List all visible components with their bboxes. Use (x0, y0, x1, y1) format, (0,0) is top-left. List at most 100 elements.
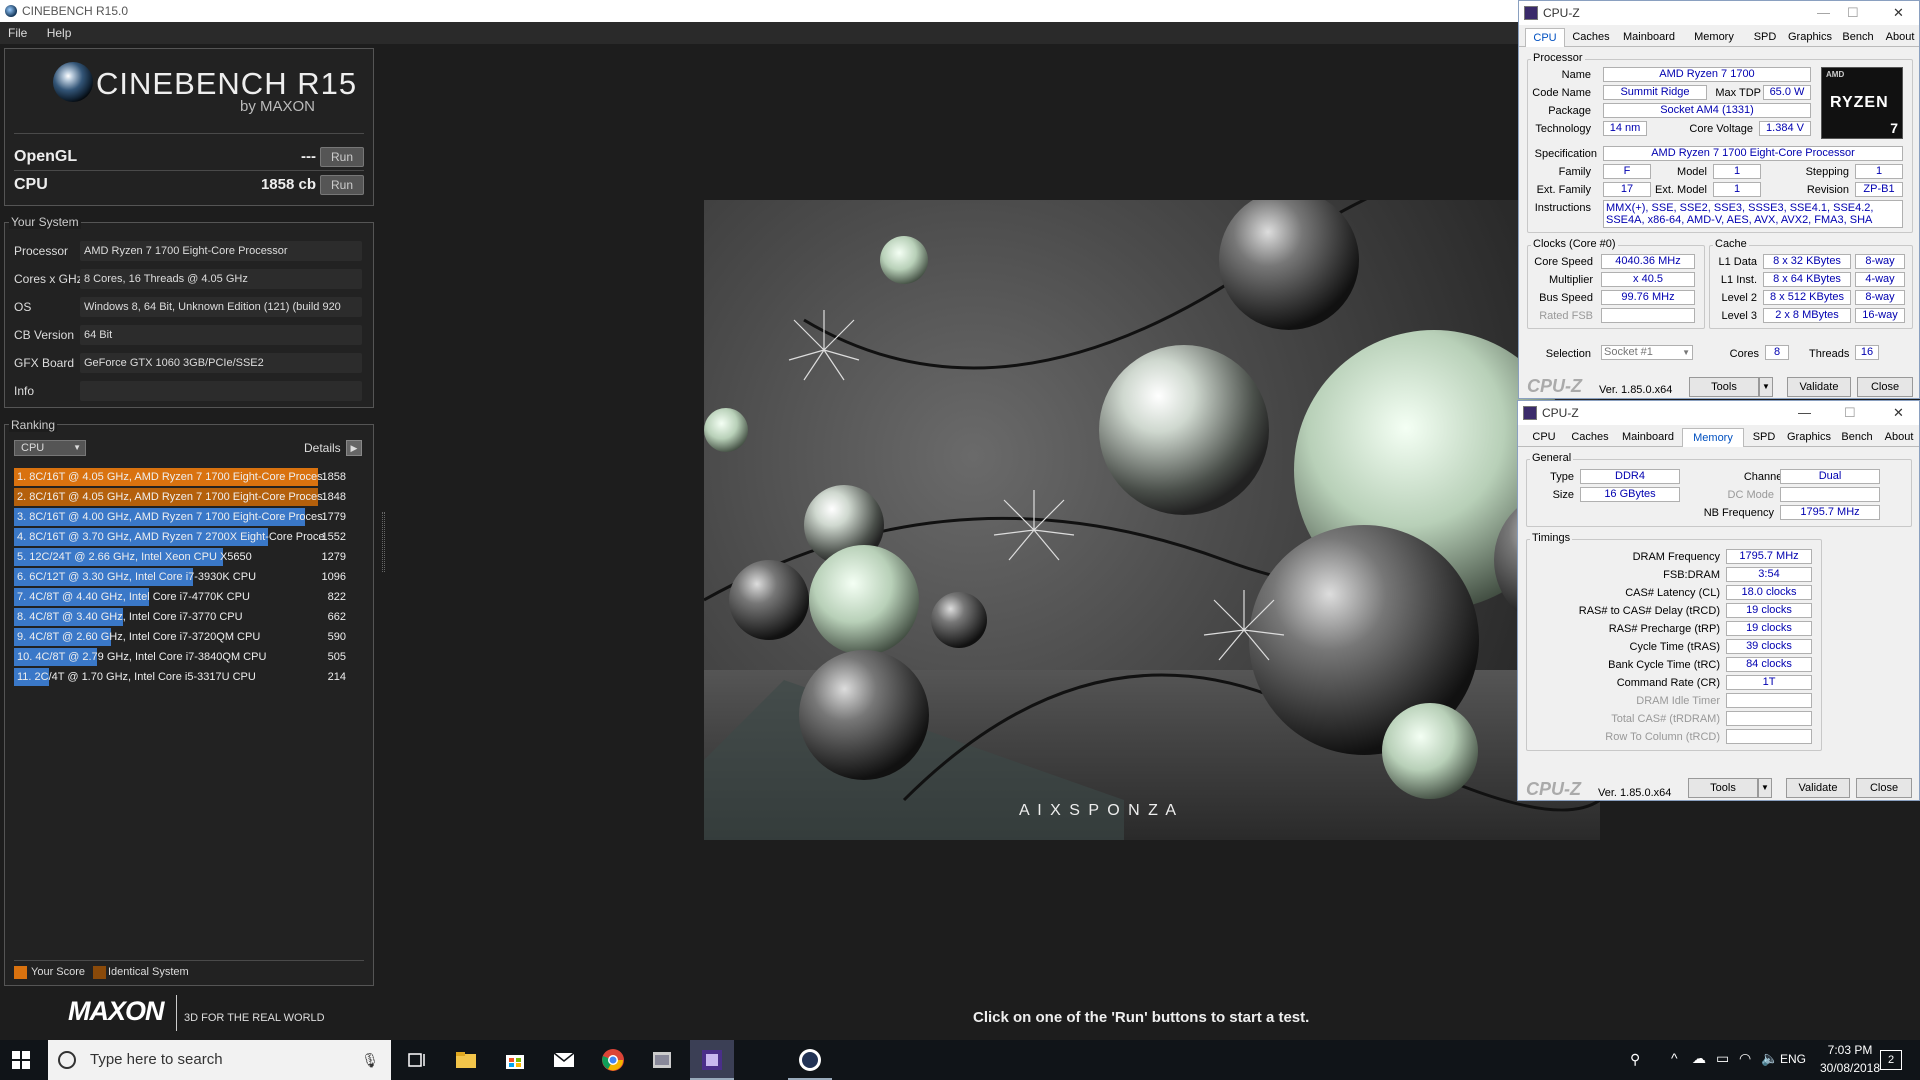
wifi-icon[interactable]: ◠ (1739, 1050, 1751, 1067)
ranking-row[interactable]: 11. 2C/4T @ 1.70 GHz, Intel Core i5-3317… (14, 668, 364, 686)
battery-icon[interactable]: ▭ (1716, 1050, 1729, 1067)
tab-cpu[interactable]: CPU (1524, 428, 1564, 447)
close-button[interactable]: Close (1856, 778, 1912, 798)
panel-splitter[interactable] (382, 512, 385, 572)
tools-button[interactable]: Tools (1689, 377, 1759, 397)
close-icon[interactable]: ✕ (1893, 401, 1904, 425)
tab-caches[interactable]: Caches (1566, 428, 1614, 447)
tab-caches[interactable]: Caches (1567, 28, 1615, 47)
chevron-up-icon[interactable]: ^ (1671, 1050, 1678, 1066)
nb-frequency-field: 1795.7 MHz (1780, 505, 1880, 520)
validate-button[interactable]: Validate (1787, 377, 1851, 397)
minimize-icon[interactable]: — (1817, 1, 1830, 25)
tab-graphics[interactable]: Graphics (1785, 28, 1835, 47)
action-center-icon[interactable]: 2 (1880, 1050, 1902, 1070)
cpu-run-button[interactable]: Run (320, 175, 364, 195)
opengl-run-button[interactable]: Run (320, 147, 364, 167)
ranking-row[interactable]: 9. 4C/8T @ 2.60 GHz, Intel Core i7-3720Q… (14, 628, 364, 646)
task-view-icon[interactable] (405, 1048, 429, 1072)
file-explorer-icon[interactable] (454, 1048, 478, 1072)
maximize-icon[interactable]: ☐ (1847, 1, 1859, 25)
close-button[interactable]: Close (1857, 377, 1913, 397)
app-icon[interactable] (650, 1048, 674, 1072)
ranking-row-label: 10. 4C/8T @ 2.79 GHz, Intel Core i7-3840… (17, 651, 267, 663)
timing-value-field (1726, 693, 1812, 708)
ranking-row[interactable]: 5. 12C/24T @ 2.66 GHz, Intel Xeon CPU X5… (14, 548, 364, 566)
clock-time[interactable]: 7:03 PM (1812, 1043, 1888, 1057)
cores-label: Cores (1729, 348, 1759, 360)
people-icon[interactable]: ⚲ (1630, 1051, 1640, 1068)
memory-type-field: DDR4 (1580, 469, 1680, 484)
code-name-field: Summit Ridge (1603, 85, 1707, 100)
chrome-icon[interactable] (601, 1048, 625, 1072)
ranking-row[interactable]: 6. 6C/12T @ 3.30 GHz, Intel Core i7-3930… (14, 568, 364, 586)
menu-help[interactable]: Help (39, 22, 80, 44)
tools-dropdown-button[interactable]: ▼ (1758, 778, 1772, 798)
package-field: Socket AM4 (1331) (1603, 103, 1811, 118)
ranking-row[interactable]: 1. 8C/16T @ 4.05 GHz, AMD Ryzen 7 1700 E… (14, 468, 364, 486)
menu-file[interactable]: File (0, 22, 35, 44)
close-icon[interactable]: ✕ (1893, 1, 1904, 25)
cinebench-taskbar-button[interactable] (788, 1040, 832, 1080)
onedrive-icon[interactable]: ☁ (1692, 1050, 1706, 1067)
ranking-row[interactable]: 3. 8C/16T @ 4.00 GHz, AMD Ryzen 7 1700 E… (14, 508, 364, 526)
details-arrow-button[interactable]: ▶ (346, 440, 362, 456)
language-indicator[interactable]: ENG (1780, 1052, 1806, 1066)
ranking-row[interactable]: 8. 4C/8T @ 3.40 GHz, Intel Core i7-3770 … (14, 608, 364, 626)
chevron-down-icon: ▼ (1761, 783, 1769, 792)
tab-mainboard[interactable]: Mainboard (1617, 28, 1681, 47)
mail-icon[interactable] (552, 1048, 576, 1072)
core-voltage-label: Core Voltage (1689, 123, 1753, 135)
cache-size-field: 8 x 32 KBytes (1763, 254, 1851, 269)
tab-spd[interactable]: SPD (1747, 28, 1783, 47)
microphone-icon[interactable]: 🎙 (361, 1040, 379, 1080)
windows-start-icon[interactable] (12, 1051, 30, 1069)
identical-system-legend: Identical System (108, 966, 189, 978)
your-system-title: Your System (9, 215, 81, 229)
maxon-logo: MAXON (68, 996, 164, 1026)
tab-bench[interactable]: Bench (1837, 28, 1879, 47)
sys-cores-x-ghz-value: 8 Cores, 16 Threads @ 4.05 GHz (80, 269, 362, 289)
tab-bench[interactable]: Bench (1836, 428, 1878, 447)
timing-value-field: 1795.7 MHz (1726, 549, 1812, 564)
render-credit: A I X S P O N Z A (1019, 802, 1178, 819)
ranking-row[interactable]: 7. 4C/8T @ 4.40 GHz, Intel Core i7-4770K… (14, 588, 364, 606)
store-icon[interactable] (503, 1048, 527, 1072)
timing-label: Total CAS# (tRDRAM) (1611, 713, 1720, 725)
tools-dropdown-button[interactable]: ▼ (1759, 377, 1773, 397)
clock-date[interactable]: 30/08/2018 (1812, 1061, 1888, 1075)
cpuz-titlebar: CPU-Z — ☐ ✕ (1518, 401, 1919, 425)
tab-cpu[interactable]: CPU (1525, 28, 1565, 47)
volume-icon[interactable]: 🔈 (1761, 1050, 1778, 1067)
tab-about[interactable]: About (1881, 28, 1919, 47)
tab-spd[interactable]: SPD (1746, 428, 1782, 447)
ranking-row[interactable]: 10. 4C/8T @ 2.79 GHz, Intel Core i7-3840… (14, 648, 364, 666)
cpu-label: CPU (14, 176, 48, 193)
validate-button[interactable]: Validate (1786, 778, 1850, 798)
tools-button[interactable]: Tools (1688, 778, 1758, 798)
cpuz-app-icon (1523, 406, 1537, 420)
render-preview-image: A I X S P O N Z A (704, 200, 1600, 840)
maximize-icon[interactable]: ☐ (1844, 401, 1856, 425)
memory-size-field: 16 GBytes (1580, 487, 1680, 502)
opengl-label: OpenGL (14, 148, 78, 165)
ranking-row-label: 6. 6C/12T @ 3.30 GHz, Intel Core i7-3930… (17, 571, 257, 583)
taskbar-search-box[interactable]: Type here to search 🎙 (48, 1040, 391, 1080)
technology-label: Technology (1535, 123, 1591, 135)
selection-label: Selection (1545, 348, 1591, 360)
socket-select[interactable]: Socket #1 ▼ (1601, 345, 1693, 360)
tab-about[interactable]: About (1880, 428, 1918, 447)
chevron-down-icon: ▼ (73, 443, 81, 452)
cpuz-taskbar-button[interactable] (690, 1040, 734, 1080)
tab-memory[interactable]: Memory (1683, 28, 1745, 47)
stepping-field: 1 (1855, 164, 1903, 179)
tab-memory[interactable]: Memory (1682, 428, 1744, 447)
ranking-row[interactable]: 2. 8C/16T @ 4.05 GHz, AMD Ryzen 7 1700 E… (14, 488, 364, 506)
tab-graphics[interactable]: Graphics (1784, 428, 1834, 447)
cpuz-logo: CPU-Z (1526, 779, 1581, 799)
ranking-row[interactable]: 4. 8C/16T @ 3.70 GHz, AMD Ryzen 7 2700X … (14, 528, 364, 546)
ranking-category-select[interactable]: CPU ▼ (14, 440, 86, 456)
tab-mainboard[interactable]: Mainboard (1616, 428, 1680, 447)
minimize-icon[interactable]: — (1798, 401, 1811, 425)
ranking-row-label: 2. 8C/16T @ 4.05 GHz, AMD Ryzen 7 1700 E… (17, 491, 323, 503)
